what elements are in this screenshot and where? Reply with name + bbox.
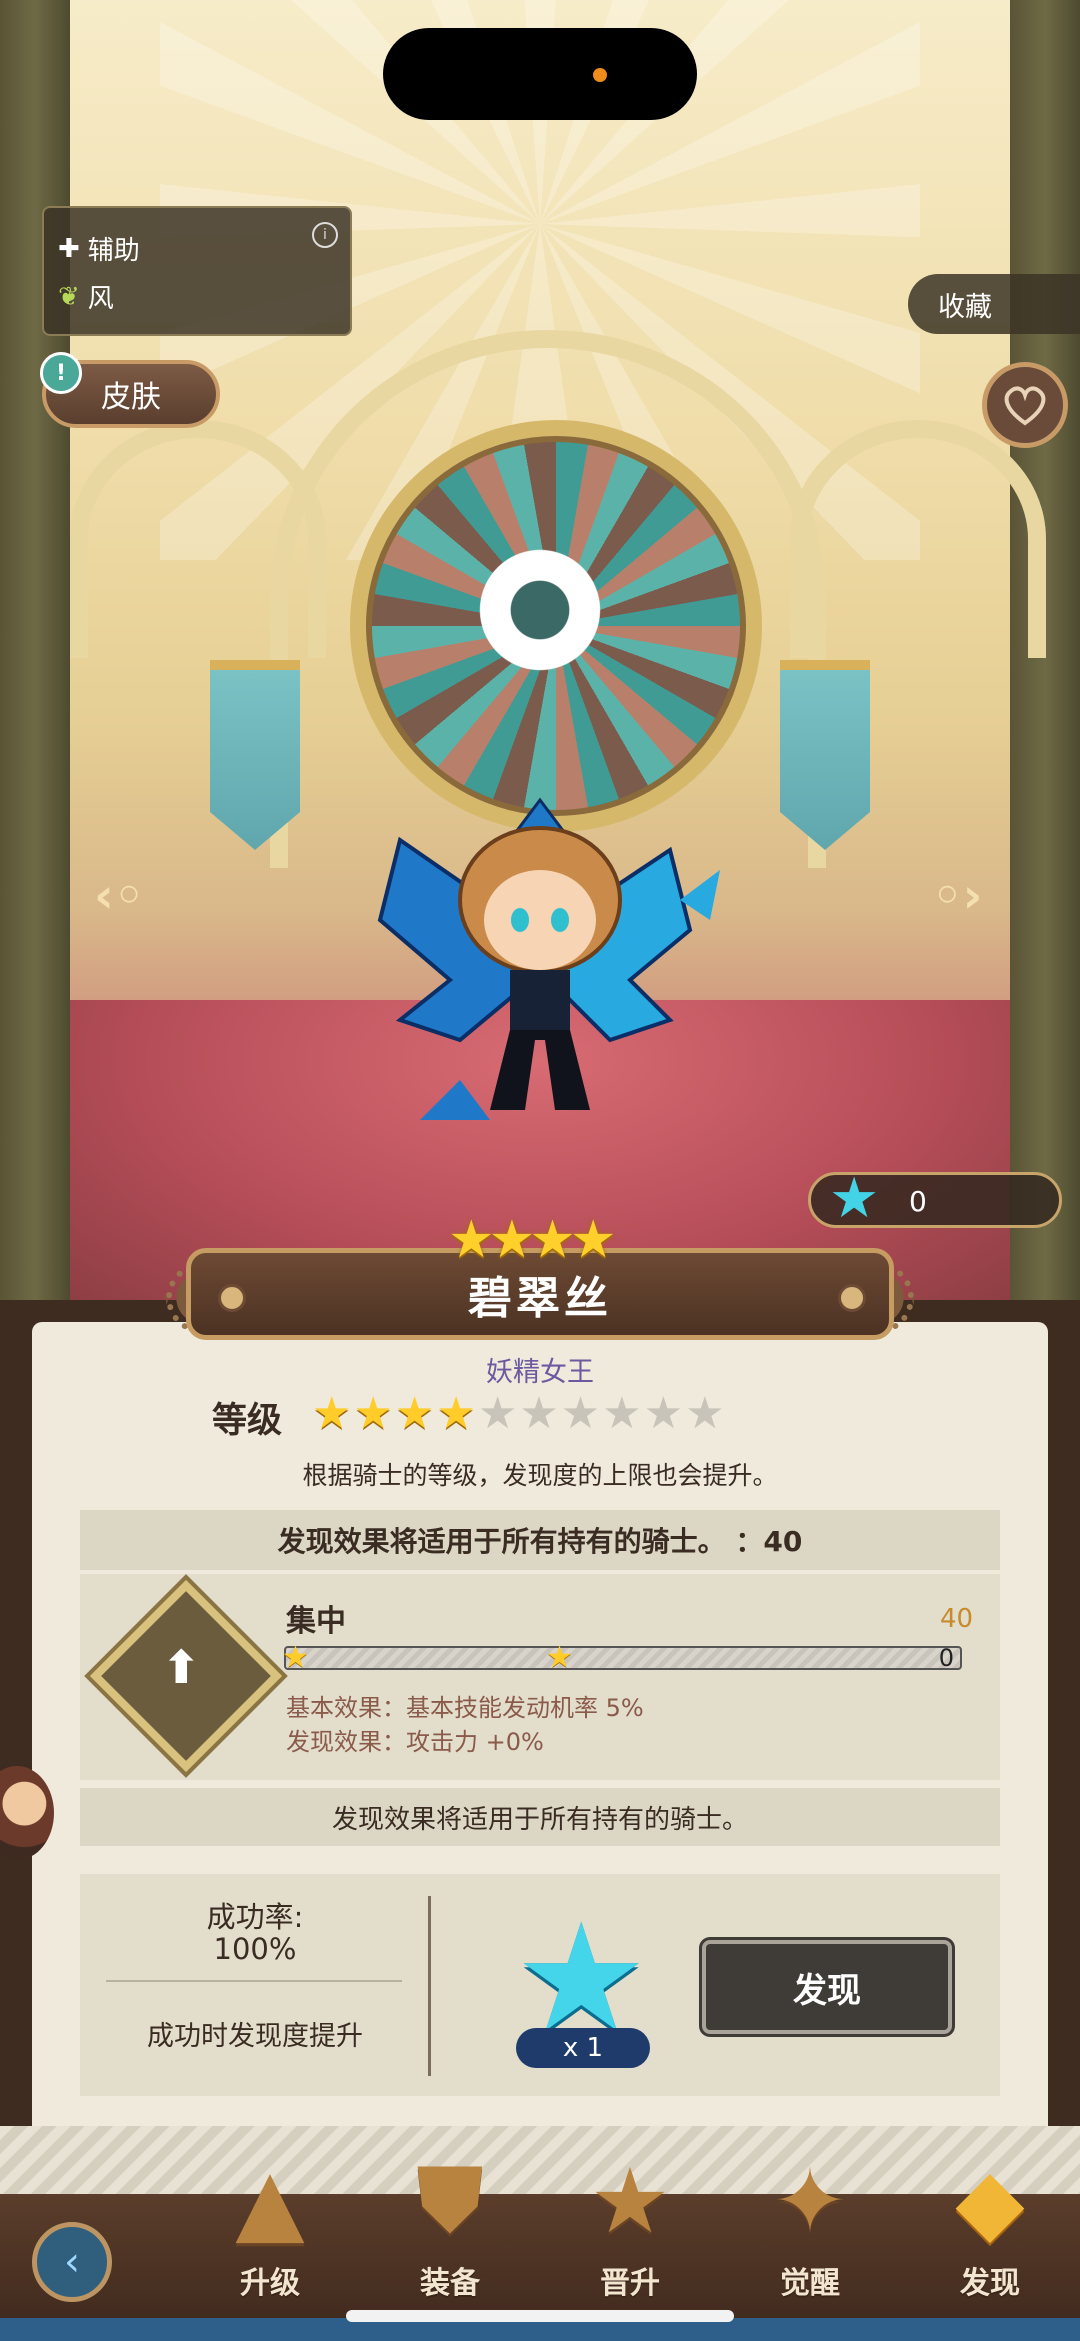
back-arrow-icon: ‹ bbox=[64, 2239, 80, 2285]
success-rate-label: 成功率: bbox=[206, 1900, 304, 1934]
effect-note: 发现效果将适用于所有持有的骑士。 bbox=[80, 1788, 1000, 1846]
level-star-empty-icon: ★ bbox=[560, 1388, 603, 1439]
progress-mid-star-icon: ★ bbox=[546, 1640, 573, 1675]
left-arch bbox=[70, 420, 326, 658]
hero-showcase-scene bbox=[0, 0, 1080, 1300]
promote-star-icon: ★ bbox=[589, 2148, 671, 2254]
concentration-arrow-icon: ⬆ bbox=[162, 1640, 201, 1694]
right-banner bbox=[780, 660, 870, 850]
right-arch bbox=[790, 420, 1046, 658]
level-hint: 根据骑士的等级，发现度的上限也会提升。 bbox=[302, 1461, 778, 1490]
tab-upgrade[interactable]: ▲ 升级 bbox=[210, 2146, 330, 2302]
discover-effect-text: 发现效果：攻击力 +0% bbox=[286, 1728, 544, 1756]
hero-character-sprite[interactable] bbox=[340, 780, 740, 1160]
support-cross-icon: ✚ bbox=[58, 233, 80, 264]
info-icon[interactable]: i bbox=[312, 222, 338, 248]
role-label: 辅助 bbox=[87, 236, 140, 266]
tab-awaken[interactable]: ✦ 觉醒 bbox=[750, 2146, 870, 2302]
skill-name: 集中 bbox=[286, 1604, 346, 1639]
level-star-empty-icon: ★ bbox=[477, 1388, 520, 1439]
gear-emblem-icon bbox=[458, 528, 622, 692]
plate-right-ornament bbox=[838, 1284, 866, 1312]
grade-star-icon: ★ bbox=[488, 1210, 536, 1270]
role-row: ✚ 辅助 bbox=[58, 230, 140, 267]
tab-label: 装备 bbox=[420, 2266, 480, 2301]
success-rate-value: 100% bbox=[213, 1932, 297, 1966]
effect-header: 发现效果将适用于所有持有的骑士。 ：40 bbox=[80, 1510, 1000, 1570]
equip-shield-icon: ⛊ bbox=[416, 2148, 484, 2253]
level-label: 等级 bbox=[212, 1401, 283, 1441]
hatch-strip bbox=[0, 2126, 1080, 2194]
discover-icon: ◆ bbox=[955, 2148, 1025, 2254]
dynamic-island bbox=[383, 28, 697, 120]
tab-label: 发现 bbox=[960, 2266, 1020, 2301]
hero-grade-stars: ★★★★ bbox=[448, 1210, 617, 1270]
hero-name: 碧翠丝 bbox=[468, 1273, 612, 1324]
discover-progress-bar: 0 bbox=[284, 1644, 962, 1672]
base-effect-text: 基本效果：基本技能发动机率 5% bbox=[286, 1694, 644, 1722]
skill-max-value: 40 bbox=[940, 1604, 974, 1634]
hero-title: 妖精女王 bbox=[486, 1357, 594, 1388]
tab-discover[interactable]: ◆ 发现 bbox=[930, 2146, 1050, 2302]
progress-current-value: 0 bbox=[938, 1644, 954, 1672]
level-stars: ★★★★★★★★★★ bbox=[312, 1388, 727, 1439]
level-star-empty-icon: ★ bbox=[685, 1388, 727, 1439]
progress-start-star-icon: ★ bbox=[282, 1640, 309, 1675]
privacy-dot bbox=[593, 68, 607, 82]
element-row: ❦ 风 bbox=[58, 278, 114, 315]
previous-hero-arrow-icon[interactable]: ‹◦ bbox=[94, 868, 144, 924]
tab-equip[interactable]: ⛊ 装备 bbox=[390, 2146, 510, 2301]
left-banner bbox=[210, 660, 300, 850]
grade-star-icon: ★ bbox=[569, 1210, 617, 1270]
level-star-filled-icon: ★ bbox=[312, 1388, 354, 1439]
level-star-filled-icon: ★ bbox=[394, 1388, 437, 1439]
success-note: 成功时发现度提升 bbox=[147, 2021, 363, 2052]
level-star-empty-icon: ★ bbox=[643, 1388, 686, 1439]
upgrade-icon: ▲ bbox=[235, 2148, 305, 2254]
awaken-icon: ✦ bbox=[772, 2148, 848, 2254]
plate-left-ornament bbox=[218, 1284, 246, 1312]
favorite-heart-button[interactable] bbox=[982, 362, 1068, 448]
tab-label: 晋升 bbox=[600, 2266, 660, 2301]
grade-star-icon: ★ bbox=[529, 1210, 576, 1270]
rate-divider bbox=[106, 1980, 402, 1982]
element-label: 风 bbox=[87, 284, 114, 314]
cyan-star-icon: ★ bbox=[829, 1166, 880, 1231]
collect-button[interactable]: 收藏 bbox=[908, 274, 1080, 334]
cost-multiplier: x 1 bbox=[516, 2028, 650, 2068]
next-hero-arrow-icon[interactable]: ◦› bbox=[932, 868, 982, 924]
vertical-divider bbox=[428, 1896, 431, 2076]
tab-label: 升级 bbox=[240, 2266, 300, 2301]
level-star-filled-icon: ★ bbox=[353, 1388, 395, 1439]
wind-leaf-icon: ❦ bbox=[58, 281, 80, 312]
grade-star-icon: ★ bbox=[448, 1210, 495, 1270]
star-currency-value: 0 bbox=[909, 1185, 927, 1218]
alert-icon: ! bbox=[40, 352, 82, 394]
home-indicator bbox=[346, 2310, 734, 2322]
star-currency-counter: ★ 0 bbox=[808, 1166, 1062, 1231]
level-star-empty-icon: ★ bbox=[602, 1388, 644, 1439]
heart-icon bbox=[1004, 386, 1046, 426]
hero-class-info[interactable]: ✚ 辅助 ❦ 风 i bbox=[42, 206, 352, 336]
tab-label: 觉醒 bbox=[780, 2266, 840, 2301]
discover-button[interactable]: 发现 bbox=[702, 1940, 952, 2034]
left-pillar bbox=[0, 0, 70, 1300]
level-star-empty-icon: ★ bbox=[519, 1388, 561, 1439]
level-star-filled-icon: ★ bbox=[436, 1388, 478, 1439]
back-button[interactable]: ‹ bbox=[32, 2222, 112, 2302]
tab-promote[interactable]: ★ 晋升 bbox=[570, 2146, 690, 2302]
